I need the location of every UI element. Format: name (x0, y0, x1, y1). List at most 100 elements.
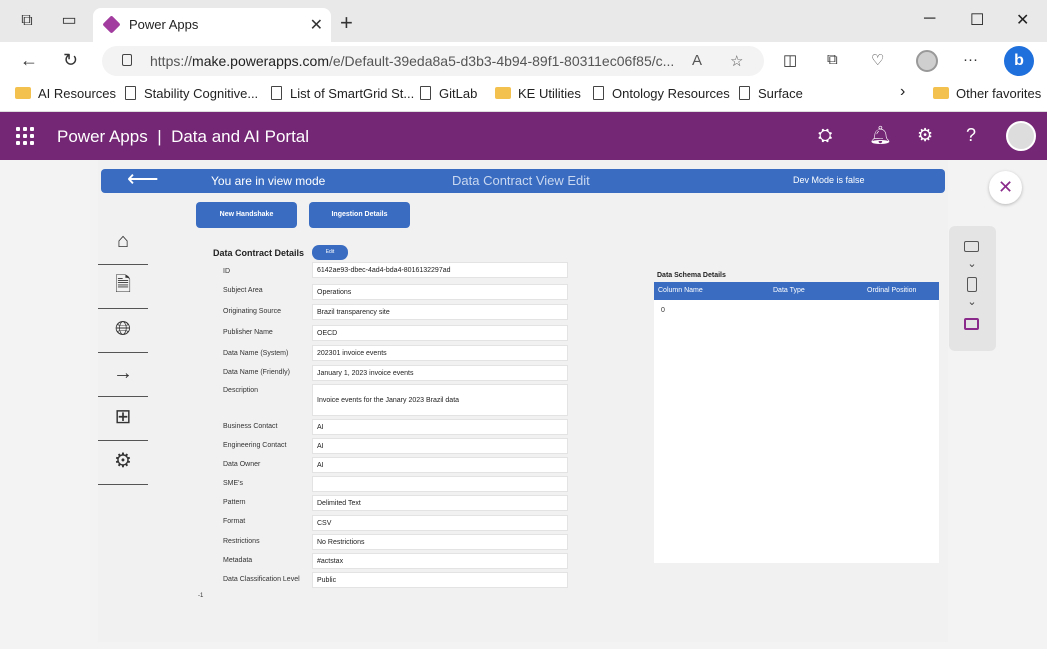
collections-icon[interactable]: ⧉ (827, 51, 838, 68)
field-label: Publisher Name (223, 329, 273, 336)
back-icon[interactable]: ← (20, 50, 38, 71)
page-title: Data Contract View Edit (452, 173, 590, 188)
user-avatar[interactable] (1006, 121, 1036, 151)
favorite-star-icon[interactable]: ☆ (730, 52, 743, 70)
field-label: Originating Source (223, 308, 281, 315)
field-label: Engineering Contact (223, 442, 287, 449)
publisher-name-field[interactable]: OECD (312, 325, 568, 341)
document-icon[interactable]: 🗎 (98, 265, 148, 309)
settings-icon[interactable]: ⚙ (98, 441, 148, 485)
help-icon[interactable]: ? (966, 125, 976, 146)
profile-avatar[interactable] (916, 50, 938, 72)
minimize-icon[interactable]: ─ (924, 10, 935, 28)
field-label: Restrictions (223, 538, 260, 545)
field-label: Description (223, 387, 259, 394)
split-screen-icon[interactable]: ◫ (783, 51, 797, 69)
field-label: Subject Area (223, 287, 263, 294)
favorites-bar: AI Resources Stability Cognitive... List… (0, 80, 1047, 112)
favorite-item[interactable]: KE Utilities (495, 86, 581, 101)
pattern-field[interactable]: Delimited Text (312, 495, 568, 511)
globe-refresh-icon[interactable]: 🌐︎ (98, 309, 148, 353)
web-layout-icon[interactable] (964, 318, 979, 330)
close-tab-icon[interactable]: ✕ (310, 15, 323, 35)
workspaces-icon[interactable]: ⧉ (17, 11, 37, 31)
refresh-icon[interactable]: ↻ (63, 50, 78, 71)
home-icon[interactable]: ⌂ (98, 221, 148, 265)
folder-icon (15, 87, 31, 99)
address-bar-row: ← ↻ https://make.powerapps.com/e/Default… (0, 42, 1047, 80)
notifications-bell-icon[interactable]: 🔔︎ (869, 125, 892, 146)
description-field[interactable]: Invoice events for the Janary 2023 Brazi… (312, 384, 568, 416)
field-label: ID (223, 268, 230, 275)
format-field[interactable]: CSV (312, 515, 568, 531)
page-icon (739, 86, 750, 100)
settings-gear-icon[interactable]: ⚙ (917, 125, 933, 146)
business-contact-field[interactable]: AI (312, 419, 568, 435)
arrow-right-icon[interactable]: → (98, 353, 148, 397)
tab-title: Power Apps (129, 17, 199, 32)
power-apps-header: Power Apps | Data and AI Portal ⛭ 🔔︎ ⚙ ? (0, 112, 1047, 160)
id-field[interactable]: 6142ae93-dbec-4ad4-bda4-8016132297ad (312, 262, 568, 278)
url-text: https://make.powerapps.com/e/Default-39e… (150, 53, 675, 69)
page-icon (125, 86, 136, 100)
field-label: Format (223, 518, 246, 525)
schema-cell: 0 (661, 307, 665, 314)
new-tab-icon[interactable]: + (340, 10, 353, 36)
chevron-down-icon[interactable]: ⌄ (964, 295, 980, 308)
page-icon (420, 86, 431, 100)
browser-essentials-icon[interactable]: ♡ (871, 51, 884, 69)
favorite-item[interactable]: AI Resources (15, 86, 116, 101)
more-menu-icon[interactable]: ··· (963, 51, 978, 68)
favorite-item[interactable]: Ontology Resources (593, 86, 730, 101)
browser-tab[interactable]: Power Apps ✕ (93, 8, 331, 42)
lock-icon (122, 54, 132, 66)
originating-source-field[interactable]: Brazil transparency site (312, 304, 568, 320)
edit-button[interactable]: Edit (312, 245, 348, 260)
back-arrow-icon[interactable]: ⟵ (127, 166, 159, 192)
chevron-down-icon[interactable]: ⌄ (964, 257, 980, 270)
app-launcher-icon[interactable] (16, 127, 34, 145)
favorites-overflow-icon[interactable]: › (900, 83, 905, 101)
header-title: Power Apps | Data and AI Portal (57, 127, 310, 146)
data-owner-field[interactable]: AI (312, 457, 568, 473)
restrictions-field[interactable]: No Restrictions (312, 534, 568, 550)
favorite-item[interactable]: GitLab (420, 86, 477, 101)
environment-icon[interactable]: ⛭ (818, 125, 832, 146)
ingestion-details-button[interactable]: Ingestion Details (309, 202, 410, 228)
schema-header-row: Column Name Data Type Ordinal Position (654, 282, 939, 300)
new-handshake-button[interactable]: New Handshake (196, 202, 297, 228)
data-name-system-field[interactable]: 202301 invoice events (312, 345, 568, 361)
favorite-item[interactable]: List of SmartGrid St... (271, 86, 414, 101)
row-counter-text: -1 (198, 593, 204, 599)
page-icon (271, 86, 282, 100)
folder-icon (933, 87, 949, 99)
other-favorites[interactable]: Other favorites (933, 86, 1041, 101)
view-mode-label: You are in view mode (211, 174, 326, 188)
smes-field[interactable] (312, 476, 568, 492)
tab-actions-icon[interactable]: ▭ (59, 11, 79, 31)
close-window-icon[interactable]: ✕ (1016, 10, 1029, 30)
subject-area-field[interactable]: Operations (312, 284, 568, 300)
data-name-friendly-field[interactable]: January 1, 2023 invoice events (312, 365, 568, 381)
schema-column-header: Data Type (773, 287, 805, 294)
bing-copilot-icon[interactable]: b (1004, 46, 1034, 76)
phone-icon[interactable] (967, 277, 977, 292)
device-preview-panel: ⌄ ⌄ (949, 226, 996, 351)
field-label: SME's (223, 480, 244, 487)
close-app-icon[interactable]: ✕ (989, 171, 1022, 204)
add-document-icon[interactable]: ⊞ (98, 397, 148, 441)
schema-column-header: Ordinal Position (867, 287, 917, 294)
url-field[interactable]: https://make.powerapps.com/e/Default-39e… (102, 46, 764, 76)
metadata-field[interactable]: #actstax (312, 553, 568, 569)
engineering-contact-field[interactable]: AI (312, 438, 568, 454)
dev-mode-label: Dev Mode is false (793, 175, 865, 185)
read-aloud-icon[interactable]: A (692, 52, 702, 69)
tablet-icon[interactable] (964, 241, 979, 252)
favorite-item[interactable]: Stability Cognitive... (125, 86, 258, 101)
field-label: Business Contact (223, 423, 278, 430)
data-classification-field[interactable]: Public (312, 572, 568, 588)
section-title: Data Contract Details (213, 248, 305, 258)
maximize-icon[interactable]: ☐ (970, 10, 984, 30)
field-label: Data Classification Level (223, 576, 300, 583)
favorite-item[interactable]: Surface (739, 86, 803, 101)
